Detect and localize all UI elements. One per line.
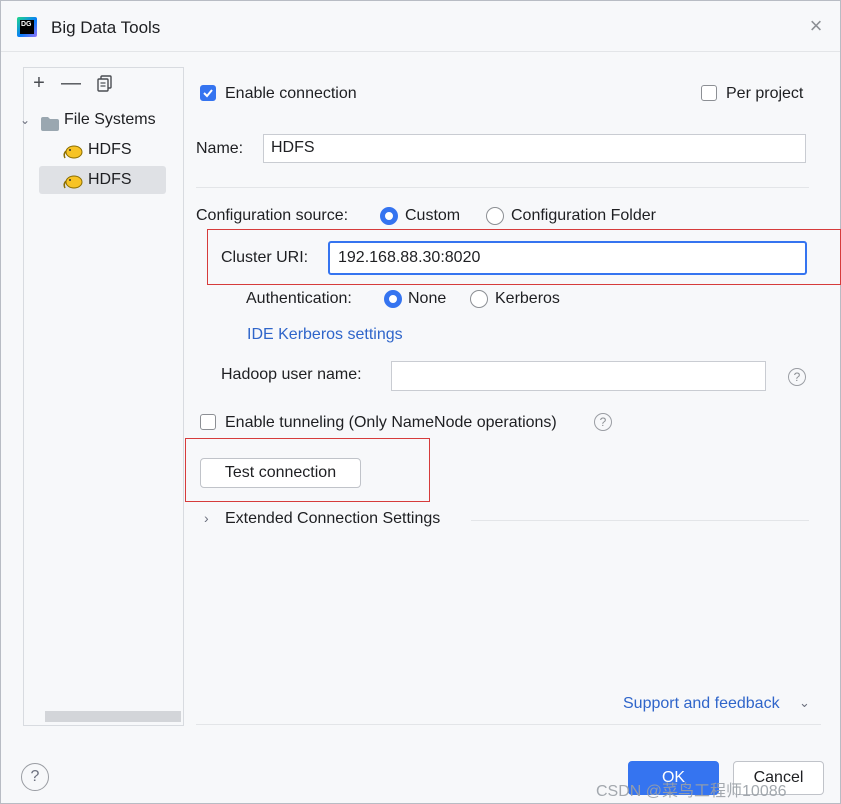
- config-folder-label: Configuration Folder: [511, 207, 656, 224]
- name-label: Name:: [196, 140, 244, 157]
- ide-kerberos-settings-link[interactable]: IDE Kerberos settings: [247, 326, 403, 344]
- folder-icon: [41, 113, 59, 131]
- configuration-source-label: Configuration source:: [196, 207, 349, 224]
- enable-connection-label: Enable connection: [225, 85, 357, 102]
- auth-kerberos-radio[interactable]: [470, 290, 488, 308]
- hadoop-elephant-icon: [63, 172, 83, 200]
- hadoop-user-name-input[interactable]: [391, 361, 766, 391]
- close-icon[interactable]: ×: [805, 15, 827, 37]
- test-connection-button[interactable]: Test connection: [200, 458, 361, 488]
- csdn-watermark: CSDN @菜鸟工程师10086: [596, 783, 787, 800]
- enable-connection-checkbox[interactable]: [200, 85, 216, 101]
- config-custom-label: Custom: [405, 207, 461, 224]
- tree-item-hdfs[interactable]: HDFS: [39, 136, 166, 164]
- help-icon[interactable]: ?: [788, 368, 806, 386]
- tree-group-label: File Systems: [64, 111, 156, 128]
- help-question-icon[interactable]: ?: [21, 763, 49, 791]
- chevron-right-icon[interactable]: ›: [204, 510, 209, 526]
- enable-tunneling-label: Enable tunneling (Only NameNode operatio…: [225, 414, 557, 431]
- remove-icon[interactable]: —: [60, 73, 82, 93]
- app-logo-text: DG: [20, 20, 34, 34]
- name-input[interactable]: HDFS: [263, 134, 806, 163]
- chevron-down-icon[interactable]: ⌄: [20, 106, 30, 134]
- dialog-window: DG Big Data Tools × + — ⌄ File Systems H…: [0, 0, 841, 804]
- support-and-feedback-link[interactable]: Support and feedback: [623, 695, 780, 713]
- cluster-uri-label: Cluster URI:: [221, 249, 309, 266]
- auth-kerberos-label: Kerberos: [495, 290, 560, 307]
- config-custom-radio[interactable]: [380, 207, 398, 225]
- auth-none-label: None: [408, 290, 447, 307]
- cluster-uri-input[interactable]: 192.168.88.30:8020: [328, 241, 807, 275]
- extended-connection-settings-label[interactable]: Extended Connection Settings: [225, 510, 440, 528]
- authentication-label: Authentication:: [246, 290, 352, 307]
- add-icon[interactable]: +: [28, 73, 50, 93]
- name-divider: [196, 187, 809, 188]
- config-folder-radio[interactable]: [486, 207, 504, 225]
- tree-group-file-systems[interactable]: ⌄ File Systems: [20, 106, 181, 134]
- sidebar-scrollbar[interactable]: [45, 711, 181, 722]
- tree-item-hdfs-selected[interactable]: HDFS: [39, 166, 166, 194]
- enable-tunneling-checkbox[interactable]: [200, 414, 216, 430]
- hadoop-user-name-label: Hadoop user name:: [221, 366, 362, 383]
- app-logo: DG: [17, 17, 37, 37]
- extended-divider: [471, 520, 809, 521]
- tree-item-label: HDFS: [88, 171, 132, 188]
- copy-icon[interactable]: [94, 73, 116, 93]
- chevron-down-icon[interactable]: ⌄: [799, 695, 810, 711]
- dialog-title: Big Data Tools: [51, 18, 161, 37]
- per-project-checkbox[interactable]: [701, 85, 717, 101]
- form-bottom-divider: [196, 724, 821, 725]
- title-divider: [1, 51, 840, 52]
- auth-none-radio[interactable]: [384, 290, 402, 308]
- tree-item-label: HDFS: [88, 141, 132, 158]
- per-project-label: Per project: [726, 85, 804, 102]
- help-icon[interactable]: ?: [594, 413, 612, 431]
